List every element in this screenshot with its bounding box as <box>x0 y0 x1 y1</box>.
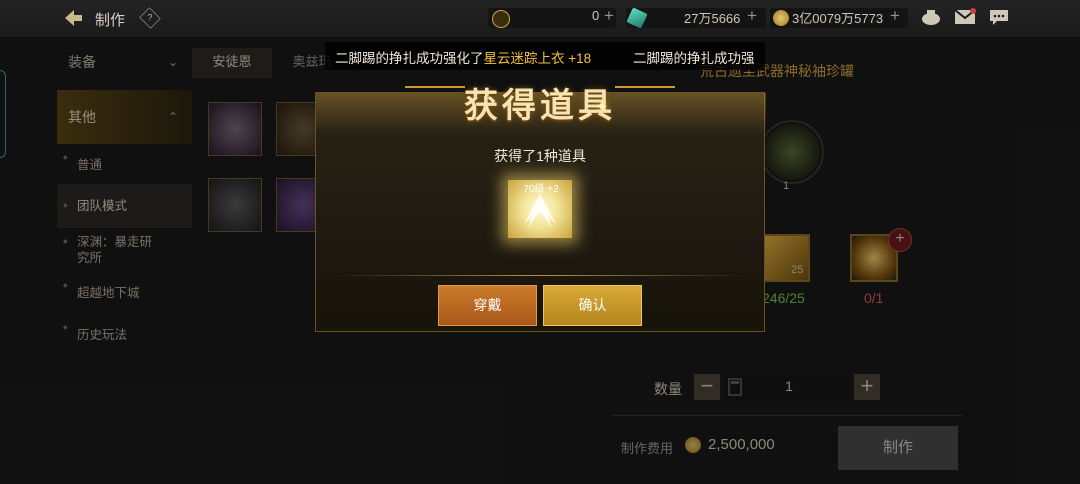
mail-icon[interactable] <box>954 8 976 26</box>
ticker-message-1: 二脚踢的挣扎成功强化了星云迷踪上衣 +18 <box>335 51 592 66</box>
back-arrow-icon[interactable] <box>62 8 84 28</box>
page-title: 制作 <box>95 12 126 29</box>
sparkle-icon: ✦ <box>595 99 609 116</box>
bag-icon[interactable] <box>920 8 942 26</box>
dialog-message: 获得了1种道具 <box>494 148 586 164</box>
chat-icon[interactable] <box>988 8 1010 26</box>
currency-3-value: 3亿0079万5773 <box>792 11 884 26</box>
currency-1-value: 0 <box>592 8 600 23</box>
currency-2-value: 27万5666 <box>684 11 741 26</box>
broadcast-ticker: 二脚踢的挣扎成功强化了星云迷踪上衣 +18 二脚踢的挣扎成功强 <box>0 42 1080 70</box>
currency-3-add-button[interactable]: + <box>890 6 900 26</box>
top-bar: 制作 ? 0 + 27万5666 + 3亿0079万5773 + <box>0 0 1080 37</box>
dialog-title: 获得道具 <box>464 86 616 126</box>
wing-icon <box>524 194 556 228</box>
confirm-button[interactable]: 确认 <box>543 285 642 326</box>
help-icon[interactable]: ? <box>139 7 161 29</box>
ticker-background: 二脚踢的挣扎成功强化了星云迷踪上衣 +18 二脚踢的挣扎成功强 <box>325 42 765 70</box>
ticker-message-2: 二脚踢的挣扎成功强 <box>633 51 755 66</box>
currency-2-add-button[interactable]: + <box>747 6 757 26</box>
wear-button[interactable]: 穿戴 <box>438 285 537 326</box>
gold-coin-icon <box>773 10 789 26</box>
cera-coin-icon <box>492 10 510 28</box>
currency-1-add-button[interactable]: + <box>604 6 614 26</box>
reward-item-label: 70级 +2 <box>523 184 559 195</box>
dialog-divider <box>335 275 745 276</box>
